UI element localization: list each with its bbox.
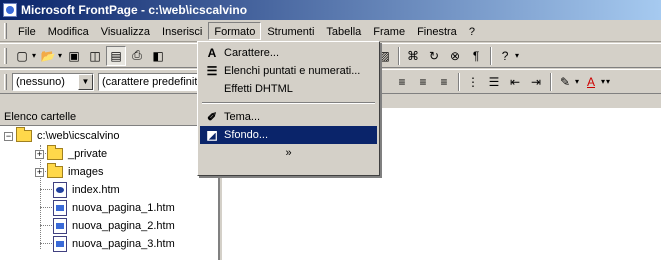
web-page-icon	[53, 218, 67, 234]
tree-node-page-3[interactable]: nuova_pagina_3.htm	[53, 235, 175, 253]
tree-node-index[interactable]: index.htm	[53, 181, 120, 199]
folder-list-icon[interactable]: ▤	[106, 45, 127, 66]
font-color-dropdown-icon[interactable]: ▾	[601, 77, 605, 86]
menu-formato[interactable]: Formato	[208, 21, 262, 40]
toolbar-options-icon[interactable]: ▾	[606, 77, 610, 86]
bulleted-list-icon[interactable]: ☰	[484, 72, 504, 92]
bulleted-list-icon: ☰	[206, 64, 218, 78]
format-menu: A Carattere... ☰ Elenchi puntati e numer…	[197, 41, 380, 176]
menu-help[interactable]: ?	[463, 22, 481, 40]
menu-item-label: Tema...	[224, 111, 261, 123]
chevron-down-icon[interactable]: ▼	[78, 73, 93, 90]
web-folder-icon	[16, 127, 32, 142]
tree-node-label: _private	[68, 148, 108, 160]
help-icon[interactable]: ?	[495, 46, 515, 66]
highlight-dropdown-icon[interactable]: ▾	[575, 77, 579, 86]
font-select-value: (carattere predefinito)	[102, 75, 208, 88]
save-icon[interactable]: ▣	[64, 46, 84, 66]
numbered-list-icon[interactable]: ⋮	[463, 72, 483, 92]
menu-frame[interactable]: Frame	[367, 22, 411, 40]
menu-finestra[interactable]: Finestra	[411, 22, 463, 40]
menubar-grip[interactable]	[4, 22, 7, 39]
tree-node-label: nuova_pagina_1.htm	[72, 202, 175, 214]
toolbar-grip[interactable]	[4, 73, 7, 90]
print-icon[interactable]: ⎙	[127, 46, 147, 66]
font-color-icon[interactable]: A	[581, 72, 601, 92]
stop-icon[interactable]: ⊗	[445, 46, 465, 66]
refresh-icon[interactable]: ↻	[424, 46, 444, 66]
publish-icon[interactable]: ◫	[85, 46, 105, 66]
tree-node-images[interactable]: + images	[35, 163, 103, 181]
menu-item-sfondo[interactable]: ◩ Sfondo...	[200, 126, 377, 144]
hyperlink-icon[interactable]: ⌘	[403, 46, 423, 66]
menu-bar: File Modifica Visualizza Inserisci Forma…	[0, 20, 661, 42]
new-dropdown-icon[interactable]: ▾	[32, 51, 36, 60]
tree-node-page-2[interactable]: nuova_pagina_2.htm	[53, 217, 175, 235]
panel-title: Elenco cartelle	[0, 108, 218, 126]
menu-item-label: Sfondo...	[224, 129, 269, 141]
tree-node-label: images	[68, 166, 104, 178]
window-title: Microsoft FrontPage - c:\web\icscalvino	[21, 3, 248, 17]
highlight-icon[interactable]: ✎	[555, 72, 575, 92]
style-select-value: (nessuno)	[16, 75, 65, 88]
menu-strumenti[interactable]: Strumenti	[261, 22, 320, 40]
align-right-icon[interactable]: ≡	[434, 72, 454, 92]
menu-item-label: Carattere...	[224, 47, 280, 59]
menu-modifica[interactable]: Modifica	[42, 22, 95, 40]
align-center-icon[interactable]: ≡	[413, 72, 433, 92]
background-icon: ◩	[206, 128, 218, 142]
decrease-indent-icon[interactable]: ⇤	[505, 72, 525, 92]
menu-tabella[interactable]: Tabella	[320, 22, 367, 40]
font-select[interactable]: (carattere predefinito)	[98, 72, 208, 91]
expand-icon[interactable]: +	[35, 167, 44, 177]
web-page-icon	[53, 236, 67, 252]
open-folder-icon[interactable]: 📂	[38, 46, 58, 66]
tree-node-label: c:\web\icscalvino	[37, 130, 120, 142]
title-bar: Microsoft FrontPage - c:\web\icscalvino	[0, 0, 661, 20]
menu-divider	[202, 102, 375, 104]
style-select[interactable]: (nessuno) ▼	[12, 72, 94, 91]
menu-item-label: Effetti DHTML	[224, 83, 293, 95]
show-all-icon[interactable]: ¶	[466, 46, 486, 66]
preview-icon[interactable]: ◧	[148, 46, 168, 66]
menu-visualizza[interactable]: Visualizza	[95, 22, 156, 40]
menu-item-label: Elenchi puntati e numerati...	[224, 65, 361, 77]
menu-inserisci[interactable]: Inserisci	[156, 22, 208, 40]
folder-icon	[47, 163, 63, 178]
increase-indent-icon[interactable]: ⇥	[526, 72, 546, 92]
new-page-icon[interactable]: ▢	[12, 46, 32, 66]
font-icon: A	[207, 46, 217, 60]
tree-node-page-1[interactable]: nuova_pagina_1.htm	[53, 199, 175, 217]
web-page-icon	[53, 200, 67, 216]
menu-item-tema[interactable]: ✐ Tema...	[200, 108, 377, 126]
folder-list-panel: Elenco cartelle − c:\web\icscalvino + _p…	[0, 108, 220, 260]
toolbar-options-icon[interactable]: ▾	[515, 51, 519, 60]
collapse-icon[interactable]: −	[4, 131, 13, 141]
home-page-icon	[53, 182, 67, 198]
tree-node-label: nuova_pagina_3.htm	[72, 238, 175, 250]
align-left-icon[interactable]: ≡	[392, 72, 412, 92]
open-dropdown-icon[interactable]: ▾	[58, 51, 62, 60]
tree-node-root[interactable]: − c:\web\icscalvino	[4, 127, 120, 145]
tree-node-label: nuova_pagina_2.htm	[72, 220, 175, 232]
theme-brush-icon: ✐	[206, 110, 218, 124]
tree-node-private[interactable]: + _private	[35, 145, 107, 163]
expand-icon[interactable]: +	[35, 149, 44, 159]
menu-item-carattere[interactable]: A Carattere...	[200, 44, 377, 62]
frontpage-app-icon[interactable]	[3, 3, 17, 17]
toolbar-grip[interactable]	[4, 47, 7, 64]
menu-item-elenchi[interactable]: ☰ Elenchi puntati e numerati...	[200, 62, 377, 80]
folder-icon	[47, 145, 63, 160]
tree-node-label: index.htm	[72, 184, 120, 196]
menu-item-effetti-dhtml[interactable]: Effetti DHTML	[200, 80, 377, 98]
menu-expand-chevron[interactable]: »	[200, 144, 377, 162]
menu-file[interactable]: File	[12, 22, 42, 40]
